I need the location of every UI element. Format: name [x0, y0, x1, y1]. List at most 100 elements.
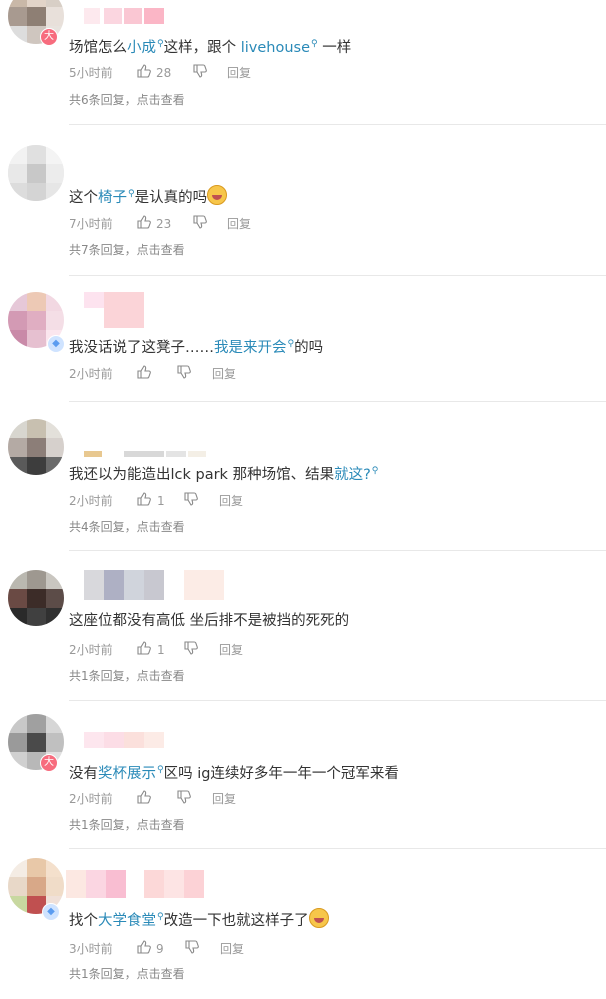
reply-button[interactable]: 回复: [219, 492, 243, 510]
like-button[interactable]: [137, 365, 151, 384]
like-button[interactable]: [137, 940, 151, 959]
like-count: 9: [156, 942, 164, 956]
like-button[interactable]: [137, 641, 151, 660]
dislike-button[interactable]: [177, 790, 191, 809]
like-icon: [137, 790, 151, 804]
view-replies-link[interactable]: 共4条回复，点击查看: [69, 518, 185, 535]
comment-text: 这座位都没有高低 坐后排不是被挡的死死的: [69, 611, 349, 631]
avatar[interactable]: [8, 570, 64, 626]
divider: [69, 848, 606, 849]
laugh-emoji-icon: [308, 907, 329, 928]
topic-link[interactable]: 就这?: [334, 467, 371, 483]
divider: [69, 124, 606, 125]
like-button[interactable]: [137, 492, 151, 511]
username-blur[interactable]: [84, 732, 164, 748]
dislike-button[interactable]: [184, 641, 198, 660]
dislike-icon: [184, 492, 198, 506]
avatar[interactable]: [8, 145, 64, 201]
reply-button[interactable]: 回复: [227, 215, 251, 233]
comment-time: 2小时前: [69, 792, 113, 806]
comment-time: 2小时前: [69, 494, 113, 508]
comment-text: 场馆怎么小成⚲这样，跟个 livehouse⚲ 一样: [69, 34, 351, 58]
comment-text: 我没话说了这凳子……我是来开会⚲的吗: [69, 334, 323, 358]
topic-link[interactable]: 小成: [127, 40, 156, 56]
comment-time: 2小时前: [69, 643, 113, 657]
dislike-button[interactable]: [185, 940, 199, 959]
username-blur[interactable]: [84, 8, 164, 24]
dislike-icon: [193, 215, 207, 229]
view-replies-link[interactable]: 共1条回复，点击查看: [69, 965, 185, 982]
vip-badge: 大: [40, 754, 58, 772]
like-icon: [137, 641, 151, 655]
comment-text-segment: 是认真的吗: [134, 189, 208, 206]
dislike-icon: [193, 64, 207, 78]
dislike-button[interactable]: [177, 365, 191, 384]
dislike-icon: [184, 641, 198, 655]
dislike-button[interactable]: [193, 64, 207, 83]
comment-text-segment: 的吗: [294, 339, 324, 356]
comment-text-segment: 场馆怎么: [69, 39, 127, 56]
topic-link[interactable]: 我是来开会: [214, 340, 287, 356]
like-button[interactable]: [137, 64, 151, 83]
like-icon: [137, 215, 151, 229]
comment-time: 5小时前: [69, 66, 113, 80]
like-icon: [137, 365, 151, 379]
reply-button[interactable]: 回复: [219, 641, 243, 659]
search-icon: ⚲: [371, 466, 379, 476]
like-button[interactable]: [137, 215, 151, 234]
comment-text: 没有奖杯展示⚲区吗 ig连续好多年一年一个冠军来看: [69, 760, 399, 784]
like-icon: [137, 940, 151, 954]
comment-text: 这个椅子⚲是认真的吗: [69, 184, 228, 208]
comment-text-segment: 这座位都没有高低 坐后排不是被挡的死死的: [69, 613, 350, 629]
verified-diamond-icon: ◆: [42, 903, 60, 921]
username-blur[interactable]: [66, 870, 206, 898]
dislike-icon: [177, 790, 191, 804]
comment-text: 找个大学食堂⚲改造一下也就这样子了: [69, 907, 329, 931]
view-replies-link[interactable]: 共1条回复，点击查看: [69, 667, 185, 684]
like-count: 23: [156, 217, 172, 231]
username-blur[interactable]: [84, 570, 224, 600]
reply-button[interactable]: 回复: [212, 790, 236, 808]
topic-link[interactable]: 椅子: [98, 190, 127, 206]
avatar[interactable]: [8, 419, 64, 475]
username-blur[interactable]: [84, 292, 144, 328]
view-replies-link[interactable]: 共1条回复，点击查看: [69, 816, 185, 833]
dislike-button[interactable]: [184, 492, 198, 511]
search-icon: ⚲: [157, 765, 164, 775]
comment-list: 大 场馆怎么小成⚲这样，跟个 livehouse⚲ 一样 5小时前 28 回复 …: [0, 0, 606, 999]
like-count: 1: [157, 494, 165, 508]
vip-badge: 大: [40, 28, 58, 46]
comment-time: 2小时前: [69, 367, 113, 381]
comment-text-segment: 这个: [69, 189, 98, 206]
search-icon: ⚲: [157, 39, 164, 49]
reply-button[interactable]: 回复: [212, 365, 236, 383]
divider: [69, 275, 606, 276]
laugh-emoji-icon: [207, 184, 228, 205]
like-count: 28: [156, 66, 172, 80]
divider: [69, 550, 606, 551]
search-icon: ⚲: [311, 39, 318, 49]
search-icon: ⚲: [128, 189, 135, 199]
like-count: 1: [157, 643, 165, 657]
topic-link[interactable]: 大学食堂: [98, 913, 156, 929]
view-replies-link[interactable]: 共7条回复，点击查看: [69, 241, 185, 258]
username-blur[interactable]: [84, 451, 206, 457]
topic-link[interactable]: livehouse: [241, 40, 310, 56]
search-icon: ⚲: [157, 912, 164, 922]
comment-text-segment: 这样，跟个: [163, 39, 241, 56]
view-replies-link[interactable]: 共6条回复，点击查看: [69, 91, 185, 108]
reply-button[interactable]: 回复: [227, 64, 251, 82]
dislike-button[interactable]: [193, 215, 207, 234]
topic-link[interactable]: 奖杯展示: [98, 766, 156, 782]
comment-text-segment: 找个: [69, 912, 98, 929]
comment-time: 3小时前: [69, 942, 113, 956]
dislike-icon: [177, 365, 191, 379]
reply-button[interactable]: 回复: [220, 940, 244, 958]
divider: [69, 401, 606, 402]
divider: [69, 700, 606, 701]
comment-text-segment: 区吗 ig连续好多年一年一个冠军来看: [163, 765, 399, 782]
comment-time: 7小时前: [69, 217, 113, 231]
comment-text-segment: 改造一下也就这样子了: [163, 912, 309, 929]
like-button[interactable]: [137, 790, 151, 809]
comment-text-segment: 我还以为能造出lck park 那种场馆、结果: [69, 466, 335, 483]
